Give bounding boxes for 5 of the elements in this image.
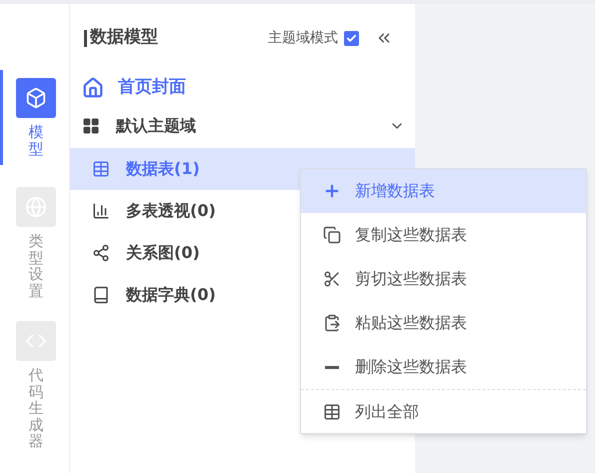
rail-label: 模型 (28, 124, 44, 157)
rail-label: 代码生成器 (28, 367, 44, 450)
panel-title: 数据模型 (90, 26, 158, 50)
rail-label: 类型设置 (28, 233, 44, 299)
mode-label: 主题域模式 (268, 28, 338, 48)
